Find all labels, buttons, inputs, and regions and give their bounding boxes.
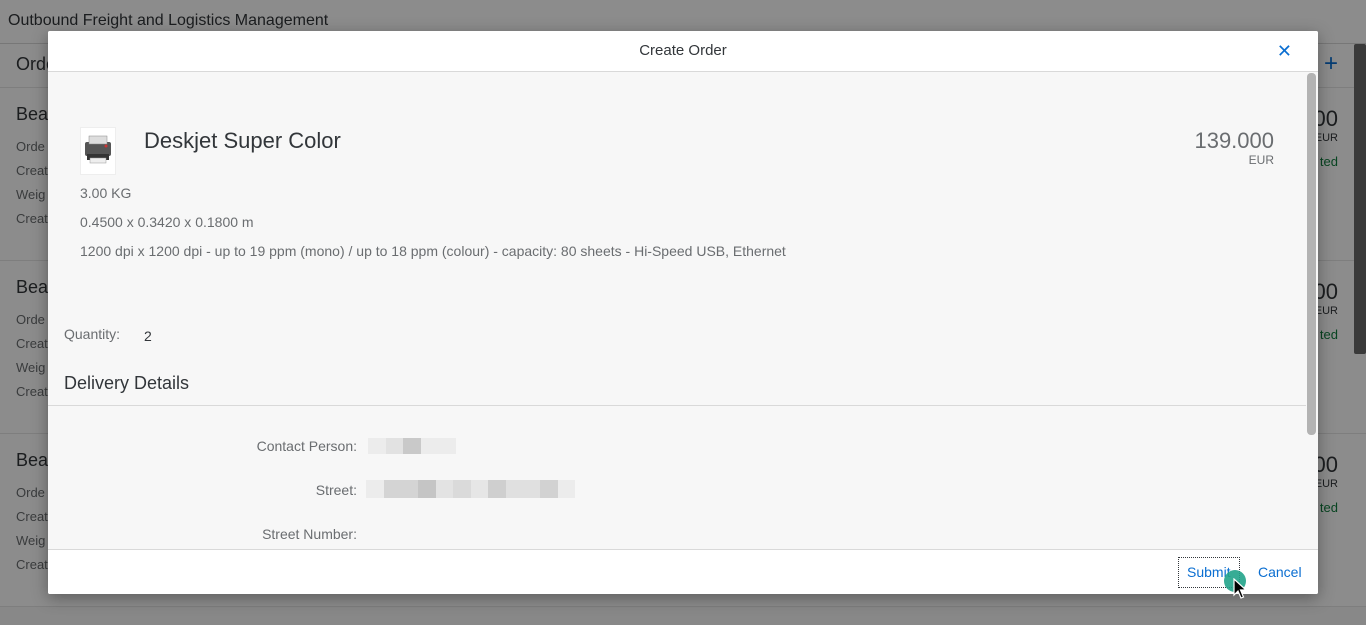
- product-description: 1200 dpi x 1200 dpi - up to 19 ppm (mono…: [80, 243, 786, 259]
- dialog-scrollbar[interactable]: [1307, 73, 1316, 435]
- create-order-dialog: Create Order ✕ Deskjet Super Color 139.0…: [48, 31, 1318, 594]
- dialog-body[interactable]: Deskjet Super Color 139.000 EUR 3.00 KG …: [48, 72, 1306, 549]
- quantity-label: Quantity:: [64, 326, 121, 342]
- product-weight: 3.00 KG: [80, 185, 132, 201]
- quantity-value: 2: [144, 328, 152, 344]
- street-row: Street:: [48, 479, 1306, 503]
- product-price: 139.000: [1194, 128, 1274, 153]
- mouse-pointer-icon: [1233, 578, 1247, 599]
- cancel-button[interactable]: Cancel: [1249, 557, 1311, 588]
- street-label: Street:: [315, 482, 357, 498]
- street-number-label: Street Number:: [262, 526, 357, 542]
- street-value[interactable]: [366, 480, 575, 498]
- contact-person-row: Contact Person:: [48, 435, 1306, 459]
- product-dimensions: 0.4500 x 0.3420 x 0.1800 m: [80, 214, 254, 230]
- dialog-footer: Submit Cancel: [48, 549, 1318, 594]
- street-number-row: Street Number:: [48, 523, 1306, 547]
- product-name: Deskjet Super Color: [144, 128, 341, 153]
- section-divider: [48, 405, 1306, 406]
- dialog-header: Create Order ✕: [48, 31, 1318, 72]
- contact-person-value[interactable]: [368, 438, 456, 456]
- product-header: Deskjet Super Color 139.000 EUR 3.00 KG …: [48, 72, 1306, 282]
- delivery-details-title: Delivery Details: [64, 373, 190, 393]
- contact-person-label: Contact Person:: [256, 438, 357, 454]
- printer-icon: [80, 127, 116, 175]
- product-currency: EUR: [1248, 153, 1274, 167]
- close-icon[interactable]: ✕: [1277, 31, 1292, 71]
- dialog-title: Create Order: [639, 42, 727, 59]
